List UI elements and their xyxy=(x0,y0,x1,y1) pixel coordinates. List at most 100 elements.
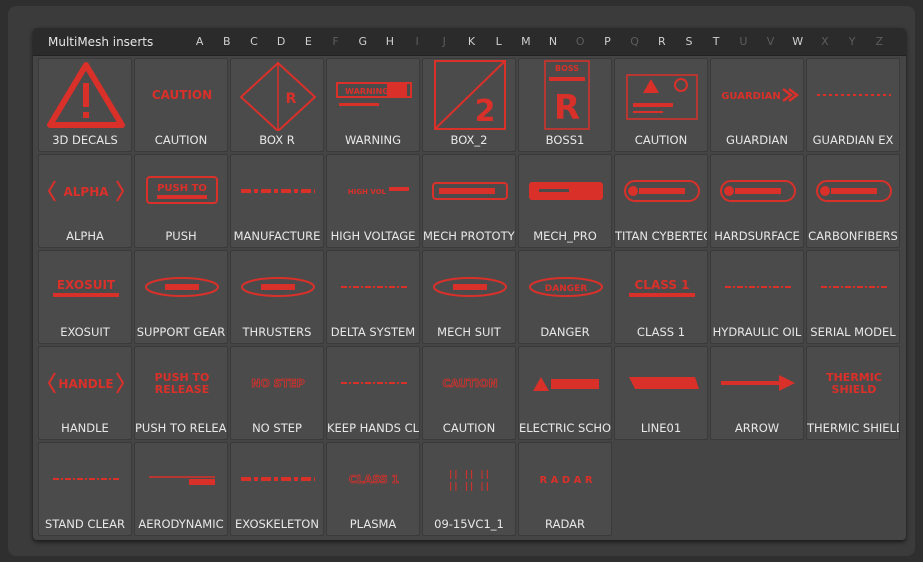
svg-text:HANDLE: HANDLE xyxy=(58,377,113,391)
insert-tile[interactable]: EXOSUIT EXOSUIT xyxy=(38,250,132,344)
insert-label: ARROW xyxy=(734,421,780,435)
insert-label: WARNING xyxy=(344,133,402,147)
svg-text:|| || ||: || || || xyxy=(449,482,491,492)
svg-text:2: 2 xyxy=(475,94,496,129)
insert-label: HIGH VOLTAGE xyxy=(330,229,416,243)
insert-tile[interactable]: GUARDIAN EX xyxy=(806,58,900,152)
insert-tile[interactable]: GUARDIAN GUARDIAN xyxy=(710,58,804,152)
insert-tile[interactable]: EXOSKELETON xyxy=(230,442,324,536)
insert-tile[interactable]: CAUTION CAUTION xyxy=(422,346,516,440)
letter-filter-r[interactable]: R xyxy=(648,35,675,48)
svg-text:EXOSUIT: EXOSUIT xyxy=(57,278,116,292)
insert-tile[interactable]: TITAN CYBERTEC xyxy=(614,154,708,248)
insert-tile[interactable]: ARROW xyxy=(710,346,804,440)
insert-label: MECH PROTOTYPE xyxy=(423,229,515,243)
outline-text-decal: CLASS 1 xyxy=(327,443,419,515)
insert-label: HARDSURFACE xyxy=(714,229,800,243)
insert-tile[interactable]: HANDLE HANDLE xyxy=(38,346,132,440)
svg-text:CLASS 1: CLASS 1 xyxy=(634,278,689,292)
svg-text:NO STEP: NO STEP xyxy=(251,377,304,390)
glyph-decal: || || || || || || xyxy=(423,443,515,515)
slant-line-icon xyxy=(615,347,707,419)
letter-filter-o: O xyxy=(575,35,585,48)
letter-filter-e[interactable]: E xyxy=(295,35,322,48)
insert-label: EXOSUIT xyxy=(60,325,110,339)
insert-tile[interactable]: 2 BOX_2 xyxy=(422,58,516,152)
insert-tile[interactable]: DELTA SYSTEM xyxy=(326,250,420,344)
insert-tile[interactable]: AERODYNAMIC xyxy=(134,442,228,536)
insert-tile[interactable]: STAND CLEAR xyxy=(38,442,132,536)
insert-tile[interactable]: THRUSTERS xyxy=(230,250,324,344)
insert-tile[interactable]: MECH_PRO xyxy=(518,154,612,248)
insert-tile[interactable]: ELECTRIC SCHOCK xyxy=(518,346,612,440)
insert-tile[interactable]: R BOX R xyxy=(230,58,324,152)
svg-text:CAUTION: CAUTION xyxy=(152,88,212,102)
insert-tile[interactable]: WARNING WARNING xyxy=(326,58,420,152)
insert-tile[interactable]: MECH SUIT xyxy=(422,250,516,344)
insert-label: HYDRAULIC OIL xyxy=(712,325,802,339)
insert-tile[interactable]: MECH PROTOTYPE xyxy=(422,154,516,248)
insert-tile[interactable]: BOSS R BOSS1 xyxy=(518,58,612,152)
letter-filter-w[interactable]: W xyxy=(784,35,811,48)
svg-text:BOSS: BOSS xyxy=(555,64,579,73)
insert-grid: 3D DECALS CAUTION CAUTION R BOX R WARNING WARN… xyxy=(38,58,900,536)
letter-filter-n[interactable]: N xyxy=(539,35,566,48)
stacked-text-decal: EXOSUIT xyxy=(39,251,131,323)
insert-tile[interactable]: R A D A R RADAR xyxy=(518,442,612,536)
insert-tile[interactable]: 3D DECALS xyxy=(38,58,132,152)
letter-filter-g[interactable]: G xyxy=(349,35,376,48)
arrow-text-decal: GUARDIAN xyxy=(711,59,803,131)
letter-filter-t[interactable]: T xyxy=(703,35,730,48)
insert-label: HANDLE xyxy=(61,421,109,435)
insert-label: ELECTRIC SCHOCK xyxy=(519,421,611,435)
letter-filter-b[interactable]: B xyxy=(213,35,240,48)
insert-tile[interactable]: CAUTION CAUTION xyxy=(134,58,228,152)
letter-filter-l[interactable]: L xyxy=(485,35,512,48)
insert-tile[interactable]: MANUFACTURE xyxy=(230,154,324,248)
insert-tile[interactable]: HARDSURFACE xyxy=(710,154,804,248)
oval-decal xyxy=(231,251,323,323)
insert-tile[interactable]: PUSH TORELEASE PUSH TO RELEASE xyxy=(134,346,228,440)
letter-filter-d[interactable]: D xyxy=(268,35,295,48)
thin-line-decal xyxy=(711,251,803,323)
insert-tile[interactable]: DANGER DANGER xyxy=(518,250,612,344)
insert-tile[interactable]: SUPPORT GEAR xyxy=(134,250,228,344)
letter-filter-s[interactable]: S xyxy=(675,35,702,48)
insert-tile[interactable]: CLASS 1 CLASS 1 xyxy=(614,250,708,344)
multimesh-panel: MultiMesh inserts ABCDEFGHIJKLMNOPQRSTUV… xyxy=(33,28,906,540)
insert-tile[interactable]: ALPHA ALPHA xyxy=(38,154,132,248)
letter-filter-a[interactable]: A xyxy=(186,35,213,48)
letter-filter-c[interactable]: C xyxy=(240,35,267,48)
oval-decal xyxy=(135,251,227,323)
insert-tile[interactable]: LINE01 xyxy=(614,346,708,440)
diamond-box-icon: R xyxy=(231,59,323,131)
insert-tile[interactable]: THERMIC SHIELD THERMIC SHIELD xyxy=(806,346,900,440)
insert-tile[interactable]: || || || || || || 09-15VC1_1 xyxy=(422,442,516,536)
svg-text:ALPHA: ALPHA xyxy=(63,185,109,199)
thin-line-decal xyxy=(327,251,419,323)
small-text-decal: HIGH VOL xyxy=(327,155,419,227)
insert-tile[interactable]: HIGH VOL HIGH VOLTAGE xyxy=(326,154,420,248)
insert-tile[interactable]: PUSH TO PUSH xyxy=(134,154,228,248)
insert-tile[interactable]: SERIAL MODEL xyxy=(806,250,900,344)
letter-filter-u: U xyxy=(739,35,748,48)
insert-tile[interactable]: KEEP HANDS CLEAR xyxy=(326,346,420,440)
letter-filter-v: V xyxy=(766,35,775,48)
caution-panel-icon xyxy=(615,59,707,131)
letter-filter-f: F xyxy=(332,35,339,48)
letter-filter-k[interactable]: K xyxy=(458,35,485,48)
insert-tile[interactable]: HYDRAULIC OIL xyxy=(710,250,804,344)
insert-tile[interactable]: CARBONFIBERS xyxy=(806,154,900,248)
outline-text-decal: CAUTION xyxy=(423,347,515,419)
insert-tile[interactable]: CLASS 1 PLASMA xyxy=(326,442,420,536)
insert-label: CLASS 1 xyxy=(636,325,686,339)
pill-decal xyxy=(615,155,707,227)
insert-tile[interactable]: NO STEP NO STEP xyxy=(230,346,324,440)
insert-label: MECH_PRO xyxy=(533,229,597,243)
letter-filter-m[interactable]: M xyxy=(512,35,539,48)
letter-filter-h[interactable]: H xyxy=(376,35,403,48)
boss-r-icon: BOSS R xyxy=(519,59,611,131)
letter-filter-p[interactable]: P xyxy=(594,35,621,48)
insert-tile[interactable]: CAUTION xyxy=(614,58,708,152)
insert-label: KEEP HANDS CLEAR xyxy=(327,421,419,435)
